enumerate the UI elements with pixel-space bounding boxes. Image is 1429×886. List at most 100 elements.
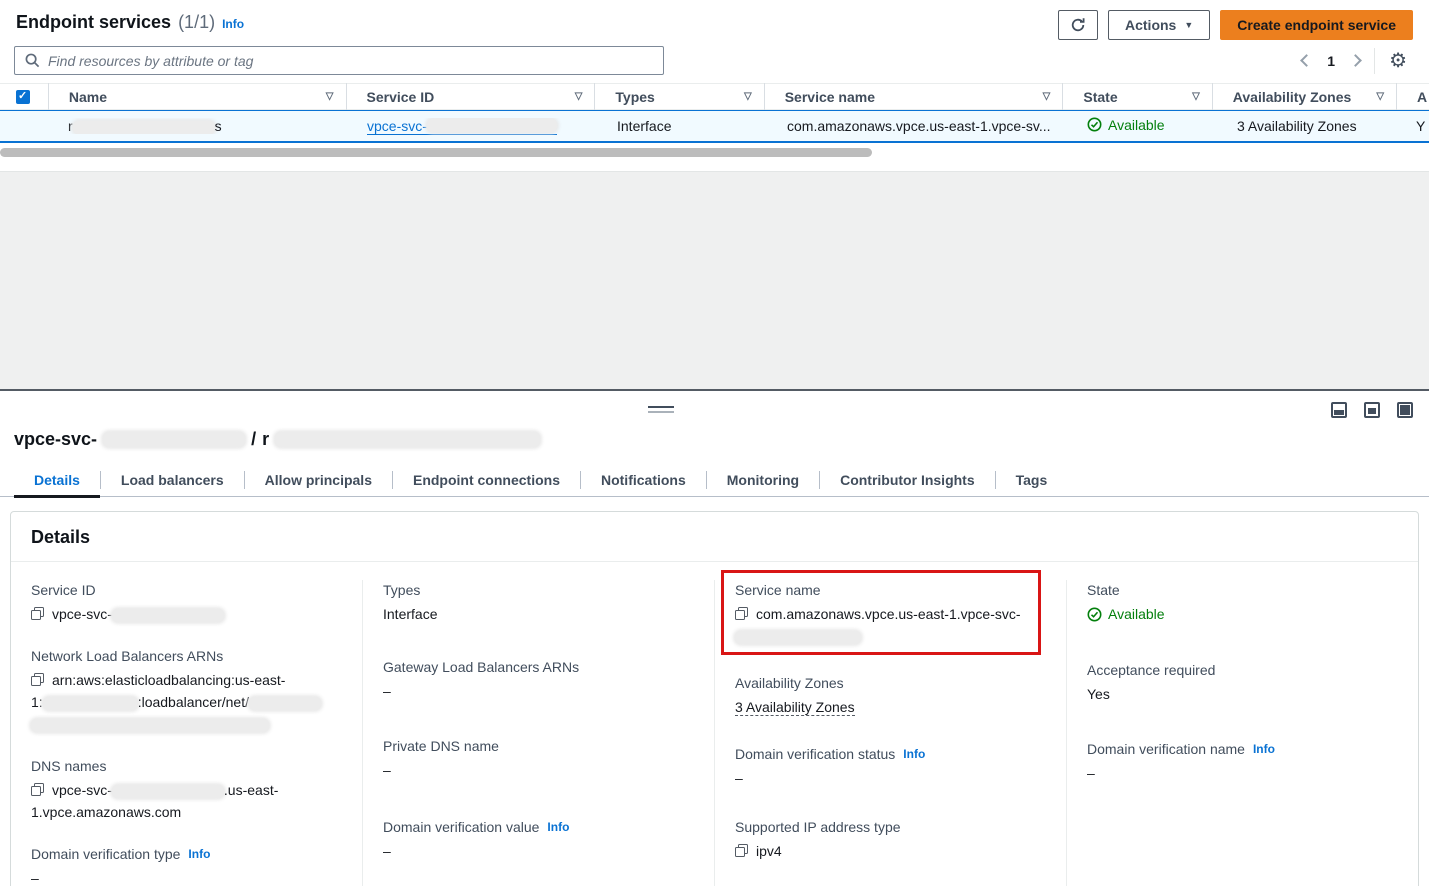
row-service-id-cell: vpce-svc- — [347, 118, 597, 135]
page-header: Endpoint services (1/1) Info Actions ▼ C… — [0, 0, 1429, 40]
row-name-cell: rs — [48, 118, 347, 134]
field-label: Service ID — [31, 580, 342, 600]
details-card: Details Service ID vpce-svc- Network Loa… — [10, 511, 1419, 886]
panel-drag-handle-icon[interactable] — [648, 406, 674, 413]
filter-icon[interactable]: ▽ — [575, 91, 583, 102]
field-label: Gateway Load Balancers ARNs — [383, 657, 694, 677]
tab-monitoring[interactable]: Monitoring — [707, 466, 819, 496]
field-supported-ip: Supported IP address type ipv4 — [735, 817, 1046, 862]
tab-allow-principals[interactable]: Allow principals — [245, 466, 392, 496]
field-value: vpce-svc- — [52, 603, 224, 625]
column-header-acceptance[interactable]: A — [1396, 83, 1429, 110]
field-value: – — [735, 767, 1046, 789]
tab-tags[interactable]: Tags — [996, 466, 1068, 496]
tab-endpoint-connections[interactable]: Endpoint connections — [393, 466, 580, 496]
field-label: Service name — [735, 580, 1046, 600]
actions-label: Actions — [1125, 17, 1176, 33]
field-nlb-arns: Network Load Balancers ARNs arn:aws:elas… — [31, 646, 342, 735]
create-endpoint-service-button[interactable]: Create endpoint service — [1220, 10, 1413, 40]
copy-icon[interactable] — [31, 783, 44, 796]
state-value: Available — [1087, 603, 1165, 625]
tab-details[interactable]: Details — [14, 466, 100, 496]
tab-load-balancers[interactable]: Load balancers — [101, 466, 244, 496]
table-header: Name ▽ Service ID ▽ Types ▽ Service name… — [0, 83, 1429, 110]
column-label: State — [1083, 89, 1117, 105]
column-header-service-id[interactable]: Service ID ▽ — [346, 83, 595, 110]
copy-icon[interactable] — [735, 607, 748, 620]
empty-table-area — [0, 172, 1429, 391]
filter-icon[interactable]: ▽ — [1376, 91, 1384, 102]
resource-count: (1/1) — [178, 12, 215, 33]
field-dns-names: DNS names vpce-svc-.us-east- 1.vpce.amaz… — [31, 756, 342, 823]
page-number[interactable]: 1 — [1327, 53, 1335, 69]
info-link[interactable]: Info — [903, 744, 925, 764]
filter-icon[interactable]: ▽ — [744, 91, 752, 102]
info-link[interactable]: Info — [547, 817, 569, 837]
service-id-prefix: vpce-svc- — [367, 118, 427, 134]
name-fragment: r — [68, 118, 73, 134]
column-header-types[interactable]: Types ▽ — [594, 83, 763, 110]
previous-page-icon[interactable] — [1300, 54, 1313, 67]
field-value: – — [383, 840, 694, 862]
field-value-line2: 1::loadbalancer/net/ — [31, 691, 342, 713]
field-domain-verification-value: Domain verification value Info – — [383, 817, 694, 862]
refresh-button[interactable] — [1058, 10, 1098, 40]
copy-icon[interactable] — [31, 607, 44, 620]
column-label: Types — [615, 89, 654, 105]
panel-size-full-icon[interactable] — [1397, 402, 1413, 418]
field-value: – — [383, 680, 694, 702]
filter-icon[interactable]: ▽ — [1192, 91, 1200, 102]
title-info-link[interactable]: Info — [222, 17, 244, 31]
filter-icon[interactable]: ▽ — [326, 91, 334, 102]
column-header-availability-zones[interactable]: Availability Zones ▽ — [1212, 83, 1396, 110]
actions-button[interactable]: Actions ▼ — [1108, 10, 1210, 40]
redacted-value — [249, 697, 321, 710]
tab-contributor-insights[interactable]: Contributor Insights — [820, 466, 995, 496]
panel-title-name-fragment: r — [262, 429, 269, 450]
create-label: Create endpoint service — [1237, 17, 1396, 33]
redacted-account-id — [43, 697, 138, 710]
az-popover-trigger[interactable]: 3 Availability Zones — [735, 699, 855, 716]
field-label: State — [1087, 580, 1398, 600]
field-domain-verification-name: Domain verification name Info – — [1087, 739, 1398, 784]
state-label: Available — [1108, 603, 1165, 625]
tab-bar: Details Load balancers Allow principals … — [0, 466, 1429, 497]
field-label: Domain verification status — [735, 744, 895, 764]
column-header-service-name[interactable]: Service name ▽ — [764, 83, 1063, 110]
select-all-cell — [0, 83, 48, 110]
select-all-checkbox[interactable] — [16, 90, 30, 104]
panel-size-medium-icon[interactable] — [1364, 402, 1380, 418]
field-label: Private DNS name — [383, 736, 694, 756]
copy-icon[interactable] — [735, 844, 748, 857]
info-link[interactable]: Info — [188, 844, 210, 864]
panel-size-controls — [1331, 402, 1413, 418]
details-column-2: Types Interface Gateway Load Balancers A… — [362, 580, 714, 886]
settings-gear-icon[interactable]: ⚙ — [1389, 51, 1407, 71]
column-header-name[interactable]: Name ▽ — [48, 83, 346, 110]
check-circle-icon — [1087, 117, 1102, 132]
info-link[interactable]: Info — [1253, 739, 1275, 759]
filter-icon[interactable]: ▽ — [1043, 91, 1051, 102]
next-page-icon[interactable] — [1349, 54, 1362, 67]
copy-icon[interactable] — [31, 673, 44, 686]
check-circle-icon — [1087, 607, 1102, 622]
field-label: Acceptance required — [1087, 660, 1398, 680]
page-title: Endpoint services — [16, 12, 171, 33]
search-input[interactable] — [48, 53, 653, 69]
field-value-line1: com.amazonaws.vpce.us-east-1.vpce-svc- — [756, 603, 1021, 625]
header-buttons: Actions ▼ Create endpoint service — [1058, 10, 1413, 40]
horizontal-scrollbar[interactable] — [0, 148, 872, 157]
service-id-link[interactable]: vpce-svc- — [367, 118, 557, 135]
field-label: DNS names — [31, 756, 342, 776]
chevron-down-icon: ▼ — [1184, 20, 1193, 30]
panel-size-small-icon[interactable] — [1331, 402, 1347, 418]
search-box[interactable] — [14, 46, 664, 75]
az-popover-trigger[interactable]: 3 Availability Zones — [1237, 118, 1357, 134]
table-row[interactable]: rs vpce-svc- Interface com.amazonaws.vpc… — [0, 110, 1429, 143]
tab-notifications[interactable]: Notifications — [581, 466, 706, 496]
refresh-icon — [1070, 17, 1086, 33]
row-types-cell: Interface — [597, 118, 767, 134]
column-header-state[interactable]: State ▽ — [1062, 83, 1211, 110]
column-label: Service name — [785, 89, 875, 105]
field-private-dns: Private DNS name – — [383, 736, 694, 781]
